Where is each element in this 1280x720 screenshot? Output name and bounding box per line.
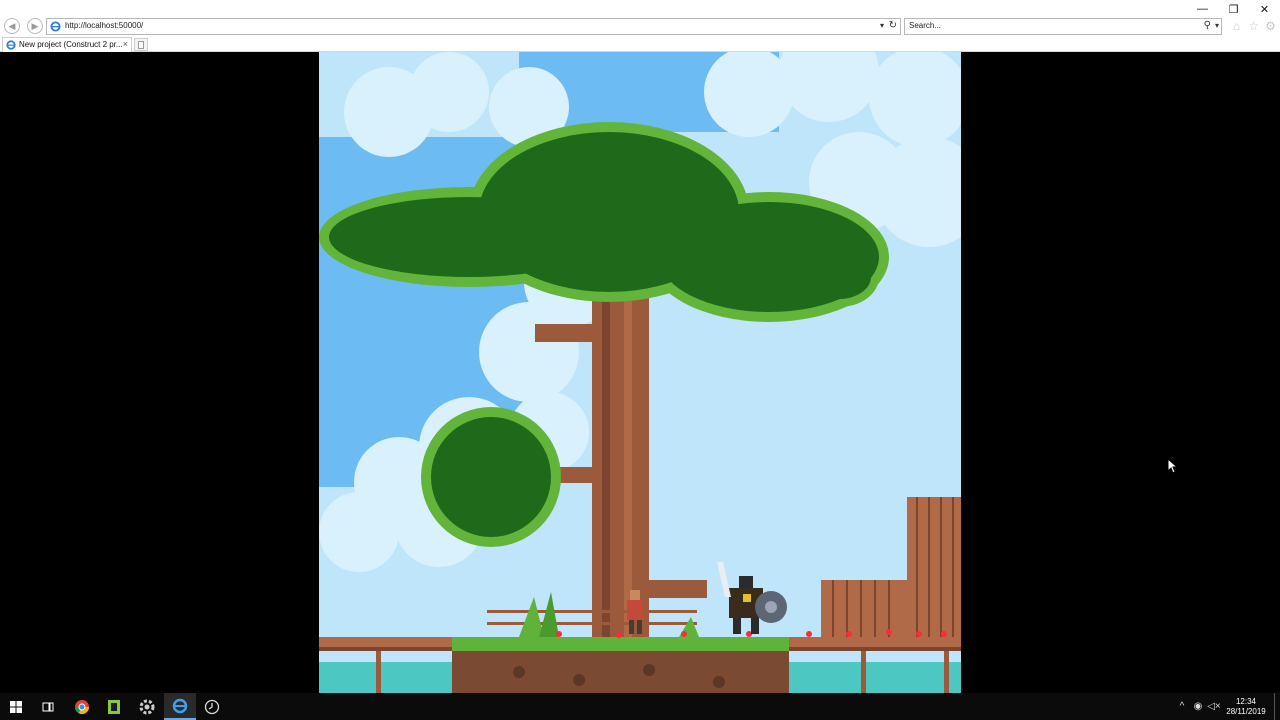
network-icon[interactable]: ◉	[1190, 701, 1206, 712]
task-view-icon[interactable]	[32, 693, 64, 720]
tab-new-project[interactable]: New project (Construct 2 pr... ×	[2, 37, 132, 52]
taskbar: ^ ◉ ◁× 12:34 28/11/2019	[0, 693, 1280, 720]
ie-icon	[6, 40, 16, 50]
tab-title: New project (Construct 2 pr...	[19, 40, 123, 49]
windows-start-icon[interactable]	[0, 693, 32, 720]
tab-close-icon[interactable]: ×	[123, 39, 128, 49]
show-desktop-button[interactable]	[1274, 693, 1280, 720]
ie-icon	[50, 21, 61, 32]
search-dropdown-icon[interactable]: ▾	[1215, 21, 1219, 30]
game-canvas[interactable]	[319, 52, 961, 693]
game-scene[interactable]	[319, 52, 961, 693]
dirt-island	[452, 637, 789, 693]
navigation-bar: ◀ ▶ http://localhost:50000/ ▾ ↻ Search..…	[0, 16, 1280, 36]
search-icon[interactable]: ⚲	[1204, 20, 1211, 31]
speaker-muted-icon[interactable]: ◁×	[1206, 701, 1222, 712]
address-url[interactable]: http://localhost:50000/	[65, 21, 143, 30]
page-viewport	[0, 52, 1280, 693]
tab-strip: New project (Construct 2 pr... ×	[0, 36, 1280, 52]
refresh-icon[interactable]: ↻	[889, 20, 897, 31]
system-tray: ^ ◉ ◁× 12:34 28/11/2019	[1174, 693, 1280, 720]
new-tab-button[interactable]	[134, 38, 148, 51]
browser-chrome: — ❐ ✕ ◀ ▶ http://localhost:50000/ ▾ ↻ Se…	[0, 0, 1280, 52]
address-bar[interactable]: http://localhost:50000/ ▾ ↻	[46, 18, 901, 35]
mouse-cursor-icon	[1167, 458, 1179, 474]
settings-gear-icon[interactable]: ⚙	[1263, 18, 1278, 33]
forward-icon[interactable]: ▶	[27, 18, 43, 34]
internet-explorer-icon[interactable]	[164, 693, 196, 720]
favorites-star-icon[interactable]: ☆	[1246, 18, 1261, 33]
chrome-icon[interactable]	[66, 693, 98, 720]
back-icon[interactable]: ◀	[4, 18, 20, 34]
chevron-up-icon[interactable]: ^	[1174, 701, 1190, 712]
search-placeholder[interactable]: Search...	[909, 21, 941, 30]
bush	[421, 407, 561, 547]
toolbar-icons: ⌂ ☆ ⚙	[1229, 18, 1278, 33]
clock-date: 28/11/2019	[1226, 706, 1266, 716]
notepad-plus-icon[interactable]	[98, 693, 130, 720]
taskbar-clock[interactable]: 12:34 28/11/2019	[1222, 697, 1270, 717]
home-icon[interactable]: ⌂	[1229, 18, 1244, 33]
settings-gear-icon[interactable]	[131, 693, 163, 720]
clock-time: 12:34	[1235, 696, 1257, 706]
address-dropdown-icon[interactable]: ▾	[880, 21, 884, 30]
search-box[interactable]: Search... ⚲ ▾	[904, 18, 1222, 35]
clock-app-icon[interactable]	[196, 693, 228, 720]
